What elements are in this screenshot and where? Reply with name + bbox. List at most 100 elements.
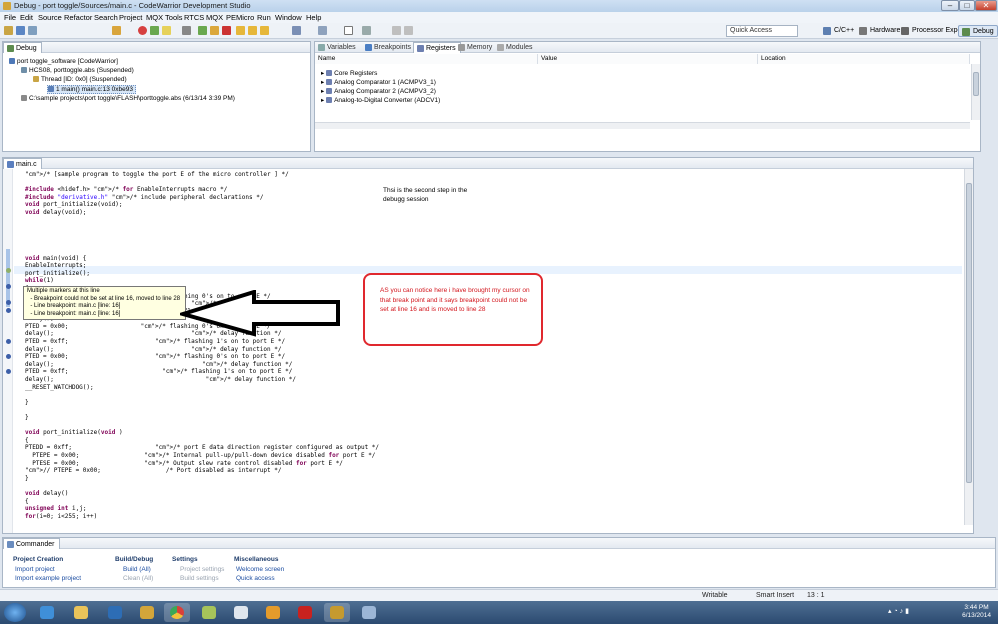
code-line[interactable] bbox=[25, 391, 379, 399]
code-line[interactable] bbox=[25, 217, 379, 225]
perspective-hardware[interactable]: Hardware bbox=[856, 25, 903, 37]
registers-scrollbar[interactable] bbox=[971, 64, 980, 120]
breakpoint-marker-icon[interactable] bbox=[6, 339, 11, 344]
code-line[interactable]: unsigned int i,j; bbox=[25, 505, 379, 513]
register-group-row[interactable]: ▸ Analog Comparator 2 (ACMPV3_2) bbox=[321, 87, 436, 95]
tab-registers[interactable]: Registers bbox=[413, 42, 461, 53]
register-group-row[interactable]: ▸ Analog Comparator 1 (ACMPV3_1) bbox=[321, 78, 436, 86]
code-line[interactable] bbox=[25, 247, 379, 255]
taskbar-acrobat[interactable] bbox=[292, 603, 318, 622]
code-line[interactable] bbox=[25, 224, 379, 232]
print-icon[interactable] bbox=[28, 26, 37, 35]
code-line[interactable]: PTED = 0xff; "cm">/* flashing 1's on to … bbox=[25, 368, 379, 376]
code-line[interactable] bbox=[25, 406, 379, 414]
code-line[interactable]: #include "derivative.h" "cm">/* include … bbox=[25, 194, 379, 202]
tree-item-stack-frame[interactable]: 1 main() main.c:13 0xbe93 bbox=[47, 85, 136, 94]
code-line[interactable] bbox=[25, 482, 379, 490]
run-icon[interactable] bbox=[150, 26, 159, 35]
register-group-row[interactable]: ▸ Core Registers bbox=[321, 69, 377, 77]
step-over-icon[interactable] bbox=[248, 26, 257, 35]
code-line[interactable]: "cm">/* [sample program to toggle the po… bbox=[25, 171, 379, 179]
code-line[interactable]: { bbox=[25, 437, 379, 445]
build-icon[interactable] bbox=[112, 26, 121, 35]
code-line[interactable]: PTED = 0xff; "cm">/* flashing 1's on to … bbox=[25, 338, 379, 346]
welcome-screen-link[interactable]: Welcome screen bbox=[236, 566, 284, 573]
tree-item-executable[interactable]: C:\sample projects\port toggle\FLASH\por… bbox=[21, 95, 235, 102]
code-line[interactable] bbox=[25, 422, 379, 430]
tab-debug[interactable]: Debug bbox=[3, 42, 42, 53]
scrollbar-thumb[interactable] bbox=[973, 72, 979, 96]
code-line[interactable]: for(i=0; i<255; i++) bbox=[25, 513, 379, 521]
breakpoint-marker-icon[interactable] bbox=[6, 300, 11, 305]
tab-variables[interactable]: Variables bbox=[315, 42, 360, 53]
debug-icon[interactable] bbox=[138, 26, 147, 35]
menu-refactor[interactable]: Refactor bbox=[64, 13, 92, 22]
menu-source[interactable]: Source bbox=[38, 13, 62, 22]
terminate-icon[interactable] bbox=[222, 26, 231, 35]
quick-access-input[interactable]: Quick Access bbox=[726, 25, 798, 37]
code-line[interactable]: } bbox=[25, 414, 379, 422]
clean-all-link[interactable]: Clean (All) bbox=[123, 575, 153, 582]
taskbar-chrome[interactable] bbox=[164, 603, 190, 622]
breakpoint-marker-icon[interactable] bbox=[6, 369, 11, 374]
build-settings-link[interactable]: Build settings bbox=[180, 575, 219, 582]
menu-file[interactable]: File bbox=[4, 13, 16, 22]
code-line[interactable]: void port_initialize(void); bbox=[25, 201, 379, 209]
build-all-link[interactable]: Build (All) bbox=[123, 566, 151, 573]
code-line[interactable]: PTEDD = 0xff; "cm">/* port E data direct… bbox=[25, 444, 379, 452]
start-button[interactable] bbox=[4, 603, 26, 622]
code-line[interactable]: port_initialize(); bbox=[25, 270, 379, 278]
instruction-pointer-icon[interactable] bbox=[6, 268, 11, 273]
code-line[interactable]: void delay() bbox=[25, 490, 379, 498]
taskbar-clock[interactable]: 3:44 PM 6/13/2014 bbox=[962, 604, 991, 620]
code-line[interactable] bbox=[25, 179, 379, 187]
menu-pemicro[interactable]: PEMicro bbox=[226, 13, 254, 22]
close-button[interactable]: ✕ bbox=[975, 0, 997, 11]
project-settings-link[interactable]: Project settings bbox=[180, 566, 224, 573]
taskbar-tool[interactable] bbox=[228, 603, 254, 622]
code-line[interactable]: void delay(void); bbox=[25, 209, 379, 217]
taskbar-media[interactable] bbox=[102, 603, 128, 622]
step-return-icon[interactable] bbox=[260, 26, 269, 35]
register-group-row[interactable]: ▸ Analog-to-Digital Converter (ADCV1) bbox=[321, 96, 440, 104]
maximize-button[interactable]: □ bbox=[959, 0, 975, 11]
menu-mqx-tools[interactable]: MQX Tools bbox=[146, 13, 183, 22]
code-line[interactable]: PTEPE = 0x00; "cm">/* Internal pull-up/p… bbox=[25, 452, 379, 460]
menu-window[interactable]: Window bbox=[275, 13, 302, 22]
step-into-icon[interactable] bbox=[236, 26, 245, 35]
column-value[interactable]: Value bbox=[538, 54, 758, 64]
registers-h-scrollbar[interactable] bbox=[315, 122, 970, 129]
code-line[interactable]: delay(); "cm">/* delay function */ bbox=[25, 346, 379, 354]
code-line[interactable]: PTESE = 0x00; "cm">/* Output slew rate c… bbox=[25, 460, 379, 468]
skip-breakpoints-icon[interactable] bbox=[182, 26, 191, 35]
taskbar-explorer[interactable] bbox=[68, 603, 94, 622]
import-project-link[interactable]: Import project bbox=[15, 566, 55, 573]
quick-access-link[interactable]: Quick access bbox=[236, 575, 275, 582]
external-tools-icon[interactable] bbox=[162, 26, 171, 35]
tree-item-thread[interactable]: Thread [ID: 0x0] (Suspended) bbox=[33, 76, 127, 83]
suspend-icon[interactable] bbox=[210, 26, 219, 35]
code-line[interactable] bbox=[25, 239, 379, 247]
code-line[interactable]: while(1) bbox=[25, 277, 379, 285]
menu-project[interactable]: Project bbox=[119, 13, 142, 22]
taskbar-notes[interactable] bbox=[196, 603, 222, 622]
code-line[interactable]: #include <hidef.h> "cm">/* for EnableInt… bbox=[25, 186, 379, 194]
tray-icons[interactable]: ▴ ◔ ♪ ▮ bbox=[888, 607, 928, 617]
perspective-debug[interactable]: Debug bbox=[958, 25, 998, 37]
code-line[interactable]: "cm">// PTEPE = 0x00; /* Port disabled a… bbox=[25, 467, 379, 475]
tab-memory[interactable]: Memory bbox=[455, 42, 496, 53]
code-line[interactable]: void port_initialize(void ) bbox=[25, 429, 379, 437]
tree-item-process[interactable]: HCS08, porttoggle.abs (Suspended) bbox=[21, 67, 134, 74]
scrollbar-thumb[interactable] bbox=[966, 183, 972, 483]
minimize-button[interactable]: – bbox=[941, 0, 959, 11]
menu-search[interactable]: Search bbox=[94, 13, 118, 22]
taskbar-ie[interactable] bbox=[34, 603, 60, 622]
taskbar-codewarrior-a[interactable] bbox=[134, 603, 160, 622]
taskbar-outlook[interactable] bbox=[260, 603, 286, 622]
toggle-view-icon[interactable] bbox=[344, 26, 353, 35]
tab-modules[interactable]: Modules bbox=[494, 42, 536, 53]
code-text[interactable]: "cm">/* [sample program to toggle the po… bbox=[25, 171, 379, 520]
breakpoint-marker-icon[interactable] bbox=[6, 284, 11, 289]
editor-scrollbar[interactable] bbox=[964, 169, 973, 525]
code-line[interactable]: delay(); "cm">/* delay function */ bbox=[25, 376, 379, 384]
